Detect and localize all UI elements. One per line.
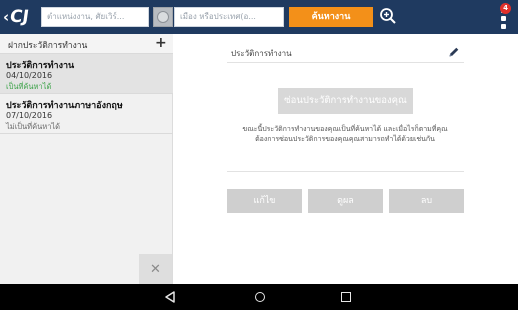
keyword-search-input[interactable]: ตำแหน่งงาน, ศัยเวิร์... — [41, 7, 149, 27]
location-icon[interactable] — [153, 7, 173, 27]
nav-back-icon[interactable] — [164, 291, 176, 303]
top-bar: ‹ CJ ตำแหน่งงาน, ศัยเวิร์... เมือง หรือป… — [0, 0, 518, 34]
hide-resume-button[interactable]: ซ่อนประวัติการทำงานของคุณ — [278, 88, 413, 114]
resume-date: 07/10/2016 — [6, 111, 53, 120]
sidebar-title: ฝากประวัติการทำงาน — [8, 41, 88, 51]
resume-title: ประวัติการทำงานภาษาอังกฤษ — [6, 101, 123, 111]
add-resume-icon[interactable]: + — [155, 35, 167, 51]
resume-title: ประวัติการทำงาน — [6, 61, 75, 71]
edit-pencil-icon[interactable] — [448, 46, 460, 58]
notification-badge: 4 — [500, 3, 511, 14]
system-nav-bar — [0, 284, 518, 310]
resume-status: ไม่เป็นที่ค้นหาได้ — [6, 122, 61, 131]
resume-list-item[interactable]: ประวัติการทำงาน 04/10/2016 เป็นที่ค้นหาไ… — [0, 54, 173, 94]
sidebar-header: ฝากประวัติการทำงาน + — [0, 34, 173, 54]
resume-sidebar: ฝากประวัติการทำงาน + ประวัติการทำงาน 04/… — [0, 34, 173, 284]
location-search-input[interactable]: เมือง หรือประเทศ(อ... — [174, 7, 284, 27]
edit-button[interactable]: แก้ไข — [227, 189, 302, 213]
jobsdb-logo[interactable]: ‹ CJ — [3, 6, 31, 28]
nav-home-icon[interactable] — [255, 292, 265, 302]
resume-status: เป็นที่ค้นหาได้ — [6, 82, 52, 91]
resume-detail-panel: ประวัติการทำงาน ซ่อนประวัติการทำงานของคุ… — [174, 34, 518, 284]
resume-name-label: ประวัติการทำงาน — [231, 49, 292, 58]
close-icon[interactable]: ✕ — [139, 254, 172, 284]
visibility-description: ขณะนี้ประวัติการทำงานของคุณเป็นที่ค้นหาไ… — [242, 125, 448, 143]
nav-recents-icon[interactable] — [341, 292, 351, 302]
resume-date: 04/10/2016 — [6, 71, 53, 80]
divider — [227, 62, 464, 63]
view-button[interactable]: ดูผล — [308, 189, 383, 213]
divider — [227, 171, 464, 172]
logo-text: CJ — [8, 7, 31, 27]
zoom-in-icon[interactable] — [379, 7, 397, 25]
app-window: ‹ CJ ตำแหน่งงาน, ศัยเวิร์... เมือง หรือป… — [0, 0, 518, 310]
search-jobs-button[interactable]: ค้นหางาน — [289, 7, 373, 27]
resume-list-item[interactable]: ประวัติการทำงานภาษาอังกฤษ 07/10/2016 ไม่… — [0, 94, 173, 134]
delete-button[interactable]: ลบ — [389, 189, 464, 213]
